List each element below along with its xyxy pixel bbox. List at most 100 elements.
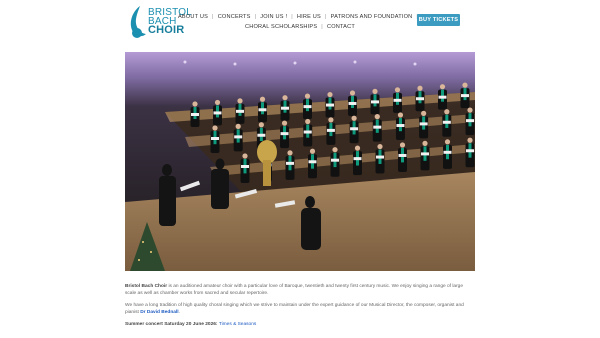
singer-head xyxy=(354,145,361,151)
singer-folder xyxy=(326,128,335,132)
singer-head xyxy=(467,137,473,143)
singer-head xyxy=(192,101,198,107)
singer-folder xyxy=(308,160,317,164)
singer-folder xyxy=(234,135,243,139)
singer-head xyxy=(327,91,333,98)
singer-folder xyxy=(191,113,199,116)
nav-separator: | xyxy=(321,24,323,30)
buy-tickets-button[interactable]: BUY TICKETS xyxy=(417,14,460,26)
singer-folder xyxy=(257,133,266,137)
singer-folder xyxy=(438,95,447,99)
singer-folder xyxy=(326,103,334,107)
singer-head xyxy=(399,142,406,148)
singer-head xyxy=(304,93,311,99)
singer-head xyxy=(351,115,357,121)
nav-item-join-us[interactable]: JOIN US ! xyxy=(260,14,287,20)
singer-folder xyxy=(376,155,384,159)
singer-head xyxy=(328,117,334,123)
singer-head xyxy=(377,143,383,150)
singer-folder xyxy=(416,97,424,101)
nav-item-choral-scholarships[interactable]: CHORAL SCHOLARSHIPS xyxy=(245,24,317,30)
logo-wordmark[interactable]: BRISTOL BACH CHOIR xyxy=(148,8,192,36)
concert-title-link[interactable]: Times & Seasons xyxy=(219,322,256,327)
singer-head xyxy=(444,139,451,145)
singer-head xyxy=(394,87,401,93)
singer-folder xyxy=(373,125,382,129)
singer-folder xyxy=(371,100,379,104)
nav-item-about-us[interactable]: ABOUT US xyxy=(178,14,208,20)
singer-head xyxy=(287,150,293,156)
choir-name: Bristol Bach Choir xyxy=(125,284,168,289)
intro-paragraph-2: We have a long tradition of high quality… xyxy=(125,302,475,316)
singer-folder xyxy=(348,101,357,105)
singer-folder xyxy=(443,150,452,154)
intro-paragraph-1-text: is an auditioned amateur choir with a pa… xyxy=(125,284,464,297)
singer-scarf xyxy=(283,100,287,113)
singer-folder xyxy=(280,132,289,136)
nav-separator: | xyxy=(212,14,214,20)
logo-badge-icon xyxy=(132,28,142,38)
singer-folder xyxy=(353,157,362,161)
singer-folder xyxy=(421,152,429,156)
nav-item-concerts[interactable]: CONCERTS xyxy=(218,14,251,20)
singer-head xyxy=(422,140,428,146)
singer-head xyxy=(439,84,446,90)
main-nav: ABOUT US | CONCERTS | JOIN US ! | HIRE U… xyxy=(178,12,418,32)
singer-head xyxy=(349,90,356,96)
nav-item-patrons[interactable]: PATRONS AND FOUNDATION xyxy=(331,14,413,20)
intro-paragraph-1: Bristol Bach Choir is an auditioned amat… xyxy=(125,283,475,297)
singer-folder xyxy=(393,98,402,102)
singer-head xyxy=(281,120,288,126)
summer-concert-label: Summer concert Saturday 20 June 2026: xyxy=(125,322,219,327)
summer-concert-line: Summer concert Saturday 20 June 2026: Ti… xyxy=(125,321,475,328)
singer-head xyxy=(242,153,248,159)
photo-illustration xyxy=(125,52,475,271)
singer-folder xyxy=(442,120,451,124)
singer-head xyxy=(214,99,221,106)
singer-folder xyxy=(466,119,474,123)
singer-folder xyxy=(466,149,474,153)
singer-folder xyxy=(241,165,249,168)
singer-head xyxy=(235,123,241,129)
nav-separator: | xyxy=(291,14,293,20)
intro-paragraph-2-end: . xyxy=(178,310,180,316)
singer-folder xyxy=(213,111,222,115)
singer-scarf xyxy=(396,92,399,105)
singer-head xyxy=(282,95,288,101)
nav-item-hire-us[interactable]: HIRE US xyxy=(297,14,321,20)
singer-head xyxy=(421,110,427,116)
singer-folder xyxy=(281,106,289,110)
singer-folder xyxy=(236,109,244,113)
singer-head xyxy=(309,148,316,154)
singer-head xyxy=(444,109,450,115)
singer-head xyxy=(305,118,311,125)
singer-folder xyxy=(396,124,405,128)
singer-folder xyxy=(398,153,407,157)
singer-folder xyxy=(303,105,312,109)
singer-head xyxy=(374,114,380,120)
nav-item-contact[interactable]: CONTACT xyxy=(327,24,355,30)
singer-head xyxy=(372,88,378,94)
nav-separator: | xyxy=(254,14,257,20)
singer-head xyxy=(237,98,243,104)
singer-head xyxy=(259,96,266,102)
singer-head xyxy=(332,147,338,153)
singer-folder xyxy=(350,127,359,131)
singer-head xyxy=(397,112,404,118)
singer-head xyxy=(417,85,423,91)
nav-row-2: CHORAL SCHOLARSHIPS | CONTACT xyxy=(190,22,410,32)
singer-folder xyxy=(211,137,219,140)
singer-head xyxy=(467,107,473,113)
music-director-link[interactable]: Dr David Bednall xyxy=(140,310,178,315)
singer-head xyxy=(462,82,468,88)
choir-performance-photo xyxy=(125,52,475,271)
singer-head xyxy=(258,122,264,128)
intro-text: Bristol Bach Choir is an auditioned amat… xyxy=(125,283,475,333)
singer-folder xyxy=(461,94,469,98)
singer-head xyxy=(212,125,218,131)
singer-folder xyxy=(331,158,339,162)
singer-folder xyxy=(419,122,428,126)
nav-row-1: ABOUT US | CONCERTS | JOIN US ! | HIRE U… xyxy=(178,12,418,22)
nav-separator: | xyxy=(324,14,327,20)
singer-folder xyxy=(258,108,267,112)
